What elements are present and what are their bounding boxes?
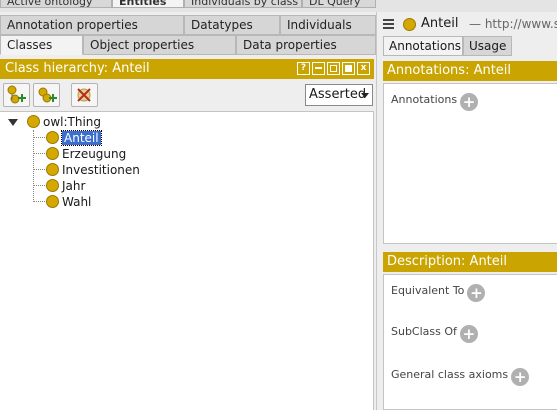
class-hierarchy-title-bar: Class hierarchy: Anteil ? x	[0, 59, 374, 79]
tab-usage[interactable]: Usage	[463, 36, 512, 56]
close-icon[interactable]: x	[357, 62, 370, 75]
equivalent-to-row: Equivalent To +	[391, 284, 486, 302]
class-icon	[46, 163, 59, 176]
maximize-icon[interactable]	[342, 62, 355, 75]
tree-node-owl-thing[interactable]: owl:Thing	[27, 114, 101, 130]
add-equivalent-icon[interactable]: +	[467, 284, 486, 302]
equivalent-to-label: Equivalent To	[391, 284, 465, 297]
class-hierarchy-panel: Annotation properties Datatypes Individu…	[0, 12, 376, 410]
tree-node-jahr[interactable]: Jahr	[46, 178, 85, 194]
tree-node-label: Investitionen	[62, 163, 140, 177]
class-detail-panel: Anteil — http://www.ser Annotations Usag…	[376, 12, 557, 410]
top-tab-strip: Active ontology Entities Individuals by …	[0, 0, 557, 12]
class-icon	[27, 115, 40, 128]
tree-node-label: owl:Thing	[43, 115, 102, 129]
description-section: Equivalent To + SubClass Of + General clas…	[383, 274, 557, 410]
general-class-axioms-row: General class axioms +	[391, 368, 530, 386]
annotations-row: Annotations +	[391, 93, 479, 111]
tree-node-erzeugung[interactable]: Erzeugung	[46, 146, 126, 162]
tab-data-properties[interactable]: Data properties	[236, 35, 376, 55]
collapse-triangle-icon[interactable]	[8, 119, 18, 126]
class-icon	[46, 195, 59, 208]
entity-iri: — http://www.ser	[469, 17, 557, 31]
tab-annotation-properties[interactable]: Annotation properties	[0, 15, 184, 35]
tab-entities[interactable]: Entities	[112, 0, 184, 8]
add-annotation-icon[interactable]: +	[460, 93, 479, 111]
tree-node-investitionen[interactable]: Investitionen	[46, 162, 140, 178]
chevron-down-icon	[361, 93, 369, 98]
subclass-of-label: SubClass Of	[391, 325, 457, 338]
tree-node-label: Wahl	[62, 195, 92, 209]
tree-connector	[33, 137, 45, 138]
annotations-label: Annotations	[391, 93, 458, 106]
add-general-axiom-icon[interactable]: +	[511, 368, 530, 386]
tree-node-label: Anteil	[61, 130, 102, 146]
add-sibling-button[interactable]	[33, 83, 60, 107]
add-subclass-button[interactable]	[3, 83, 30, 107]
tab-individuals-by-class[interactable]: Individuals by class	[184, 0, 302, 8]
help-icon[interactable]: ?	[297, 62, 310, 75]
tree-connector	[33, 153, 45, 154]
description-title-bar: Description: Anteil	[383, 252, 557, 272]
tab-datatypes[interactable]: Datatypes	[184, 15, 280, 35]
class-hierarchy-title: Class hierarchy: Anteil	[5, 61, 150, 76]
tree-connector	[33, 169, 45, 170]
tab-annotations[interactable]: Annotations	[383, 36, 463, 56]
tree-node-wahl[interactable]: Wahl	[46, 194, 91, 210]
entity-tabs-row-1: Annotation properties Datatypes Individu…	[0, 15, 376, 35]
add-subclass-icon	[7, 85, 26, 104]
delete-class-button[interactable]	[71, 83, 98, 107]
entity-header: Anteil — http://www.ser	[377, 14, 557, 34]
view-mode-value: Asserted	[309, 87, 367, 102]
tab-object-properties[interactable]: Object properties	[83, 35, 236, 55]
delete-class-icon	[77, 88, 91, 102]
general-class-axioms-label: General class axioms	[391, 368, 509, 381]
tab-classes[interactable]: Classes	[0, 35, 83, 55]
menu-icon[interactable]	[383, 19, 394, 29]
annotations-section: Annotations +	[383, 83, 557, 244]
class-icon	[46, 179, 59, 192]
class-icon	[403, 18, 416, 31]
view-mode-select[interactable]: Asserted	[305, 84, 373, 106]
tree-connector	[33, 185, 45, 186]
tree-node-label: Jahr	[62, 179, 86, 193]
minimize-icon[interactable]	[312, 62, 325, 75]
tree-node-anteil[interactable]: Anteil	[46, 130, 102, 146]
class-icon	[46, 147, 59, 160]
add-sibling-icon	[38, 87, 57, 103]
tree-connector	[33, 130, 34, 202]
entity-tabs-row-2: Classes Object properties Data propertie…	[0, 35, 376, 55]
restore-icon[interactable]	[327, 62, 340, 75]
class-tree: owl:Thing Anteil Erzeugung Investitionen…	[0, 111, 374, 410]
add-superclass-icon[interactable]: +	[459, 325, 478, 343]
entity-name: Anteil	[421, 16, 459, 31]
tree-connector	[33, 201, 45, 202]
tab-individuals[interactable]: Individuals	[280, 15, 376, 35]
subclass-of-row: SubClass Of +	[391, 325, 478, 343]
class-hierarchy-toolbar: Asserted	[0, 82, 374, 110]
tab-active-ontology[interactable]: Active ontology	[0, 0, 112, 8]
annotations-title-bar: Annotations: Anteil	[383, 61, 557, 81]
class-icon	[46, 131, 59, 144]
tree-node-label: Erzeugung	[62, 147, 127, 161]
tab-dl-query[interactable]: DL Query	[302, 0, 376, 8]
